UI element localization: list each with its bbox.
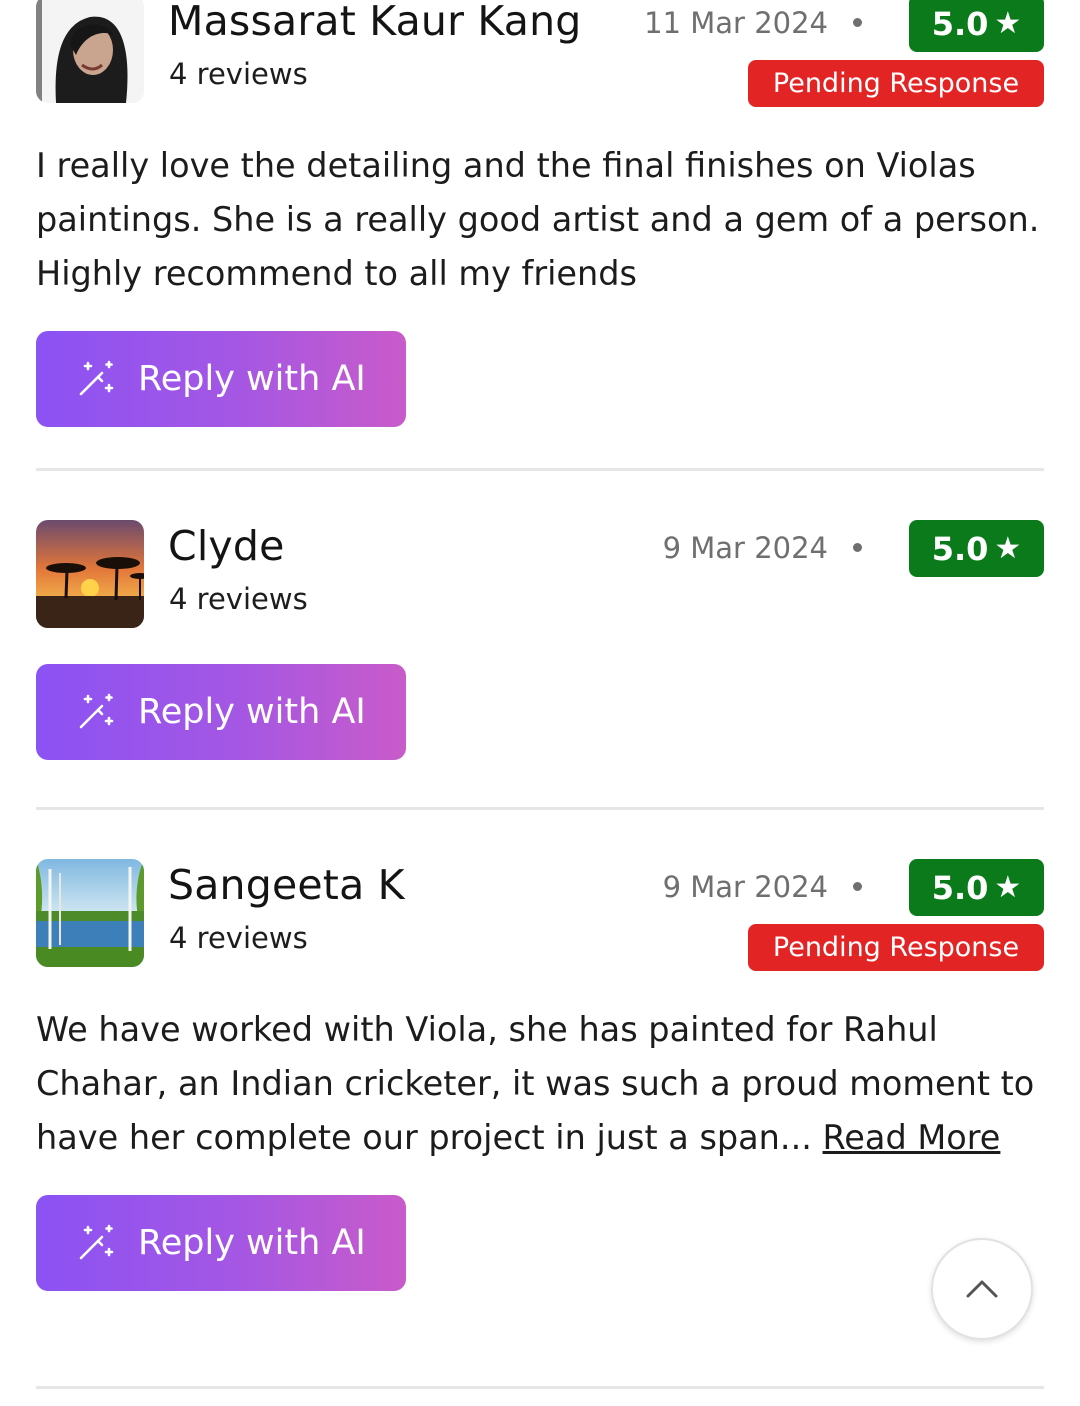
- separator-dot: [853, 882, 862, 891]
- rating-value: 5.0: [931, 868, 989, 907]
- reply-with-ai-button[interactable]: Reply with AI: [36, 331, 406, 427]
- rating-value: 5.0: [931, 529, 989, 568]
- review-count: 4 reviews: [169, 921, 308, 955]
- reviewer-name: Clyde: [168, 522, 285, 570]
- magic-wand-icon: [79, 693, 114, 729]
- divider: [36, 1386, 1044, 1389]
- avatar: [36, 0, 144, 103]
- review-text: We have worked with Viola, she has paint…: [36, 1003, 1044, 1165]
- rating-value: 5.0: [931, 4, 989, 43]
- review-header: Sangeeta K 4 reviews 9 Mar 2024 5.0 ★ Pe…: [36, 859, 1044, 971]
- reviewer-name: Sangeeta K: [168, 861, 405, 909]
- star-icon: ★: [994, 530, 1022, 566]
- rating-badge: 5.0 ★: [909, 520, 1044, 577]
- chevron-up-icon: [966, 1280, 998, 1298]
- avatar: [36, 520, 144, 628]
- star-icon: ★: [994, 869, 1022, 905]
- review-header: Clyde 4 reviews 9 Mar 2024 5.0 ★: [36, 520, 1044, 630]
- rating-badge: 5.0 ★: [909, 859, 1044, 916]
- status-badge: Pending Response: [748, 924, 1044, 971]
- divider: [36, 807, 1044, 810]
- status-badge: Pending Response: [748, 60, 1044, 107]
- star-icon: ★: [994, 5, 1022, 41]
- divider: [36, 468, 1044, 471]
- scroll-to-top-button[interactable]: [931, 1238, 1033, 1340]
- review-card: Sangeeta K 4 reviews 9 Mar 2024 5.0 ★ Pe…: [36, 859, 1044, 1291]
- review-card: Massarat Kaur Kang 4 reviews 11 Mar 2024…: [36, 0, 1044, 427]
- read-more-link[interactable]: Read More: [823, 1118, 1001, 1157]
- button-label: Reply with AI: [138, 692, 366, 732]
- review-card: Clyde 4 reviews 9 Mar 2024 5.0 ★ Reply w…: [36, 520, 1044, 760]
- review-date: 9 Mar 2024: [662, 531, 828, 565]
- review-header: Massarat Kaur Kang 4 reviews 11 Mar 2024…: [36, 0, 1044, 107]
- reply-with-ai-button[interactable]: Reply with AI: [36, 664, 406, 760]
- reviewer-name: Massarat Kaur Kang: [168, 0, 582, 45]
- button-label: Reply with AI: [138, 1223, 366, 1263]
- reply-with-ai-button[interactable]: Reply with AI: [36, 1195, 406, 1291]
- separator-dot: [853, 18, 862, 27]
- magic-wand-icon: [79, 360, 114, 396]
- review-count: 4 reviews: [169, 582, 308, 616]
- review-date: 9 Mar 2024: [662, 870, 828, 904]
- review-date: 11 Mar 2024: [644, 6, 828, 40]
- review-count: 4 reviews: [169, 57, 308, 91]
- review-text: I really love the detailing and the fina…: [36, 146, 1040, 293]
- magic-wand-icon: [79, 1224, 114, 1260]
- button-label: Reply with AI: [138, 359, 366, 399]
- reviews-page: Massarat Kaur Kang 4 reviews 11 Mar 2024…: [0, 0, 1080, 1406]
- avatar: [36, 859, 144, 967]
- separator-dot: [853, 543, 862, 552]
- rating-badge: 5.0 ★: [909, 0, 1044, 52]
